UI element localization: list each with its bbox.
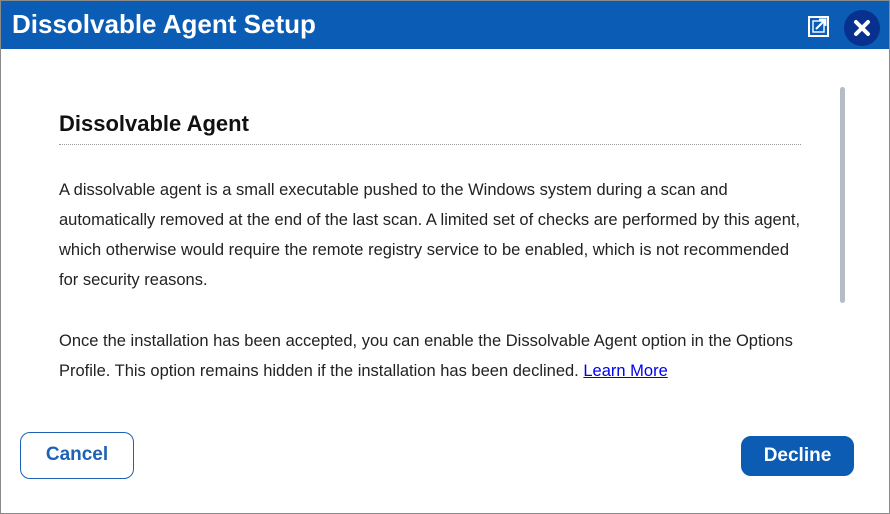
heading-divider xyxy=(59,144,801,145)
learn-more-link[interactable]: Learn More xyxy=(583,362,667,380)
installation-paragraph: Once the installation has been accepted,… xyxy=(59,326,801,386)
external-window-icon xyxy=(808,16,829,37)
dissolvable-agent-setup-dialog: Dissolvable Agent Setup Dissolvable Agen… xyxy=(0,0,890,514)
cancel-button[interactable]: Cancel xyxy=(20,432,134,479)
installation-text: Once the installation has been accepted,… xyxy=(59,332,793,380)
scrollbar-thumb[interactable] xyxy=(840,87,845,303)
description-paragraph: A dissolvable agent is a small executabl… xyxy=(59,181,801,289)
content-scrollbar[interactable] xyxy=(839,87,847,303)
title-bar: Dissolvable Agent Setup xyxy=(1,1,889,49)
close-icon xyxy=(854,20,870,36)
popout-button[interactable] xyxy=(807,14,831,38)
decline-button[interactable]: Decline xyxy=(741,436,854,476)
dialog-title: Dissolvable Agent Setup xyxy=(12,9,316,39)
close-button[interactable] xyxy=(844,10,880,46)
section-heading: Dissolvable Agent xyxy=(59,111,249,136)
